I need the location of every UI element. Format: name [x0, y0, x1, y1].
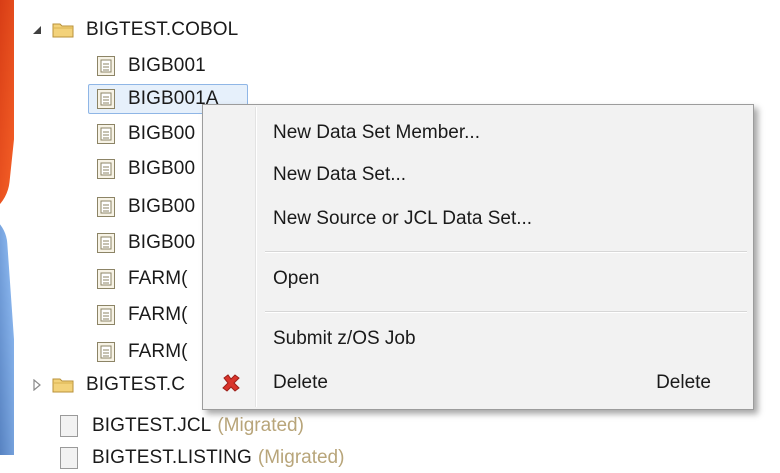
tree-node-label: BIGTEST.LISTING [92, 447, 252, 468]
migrated-status: (Migrated) [217, 415, 304, 436]
menu-icon-placeholder [205, 261, 257, 297]
member-document-icon [96, 268, 116, 290]
tree-member-label: BIGB00 [128, 232, 196, 253]
menu-icon-placeholder [205, 115, 257, 151]
menu-item-label: New Source or JCL Data Set... [273, 208, 533, 229]
tree-node-label: BIGTEST.C [86, 374, 186, 395]
menu-item-label: Open [273, 268, 320, 289]
tree-member-row[interactable]: BIGB00 [96, 192, 195, 222]
member-document-icon [96, 196, 116, 218]
folder-icon [52, 22, 74, 38]
tree-dataset-jcl[interactable]: BIGTEST.JCL (Migrated) [60, 411, 304, 441]
member-document-icon [96, 123, 116, 145]
migrated-status: (Migrated) [257, 447, 345, 468]
member-document-icon [96, 55, 116, 77]
dataset-icon [60, 447, 78, 469]
tree-member-label: BIGB001 [128, 55, 206, 76]
red-x-delete-icon [205, 365, 257, 401]
tree-dataset-listing[interactable]: BIGTEST.LISTING (Migrated) [60, 443, 344, 473]
tree-member-label: BIGB00 [128, 158, 196, 179]
tree-member-row[interactable]: BIGB00 [96, 154, 195, 184]
tree-member-row[interactable]: FARM( [96, 300, 188, 330]
member-document-icon [96, 88, 116, 110]
menu-icon-placeholder [205, 201, 257, 237]
menu-item-submit-zos-job[interactable]: Submit z/OS Job [205, 321, 751, 357]
member-document-icon [96, 304, 116, 326]
menu-icon-gutter-divider [255, 107, 257, 407]
tree-node-bigtest-cobol[interactable]: BIGTEST.COBOL [30, 15, 238, 45]
tree-member-row[interactable]: FARM( [96, 264, 188, 294]
menu-separator [265, 251, 747, 253]
tree-member-label: BIGB00 [128, 123, 196, 144]
menu-item-new-data-set[interactable]: New Data Set... [205, 157, 751, 193]
tree-member-label: FARM( [128, 341, 188, 362]
tree-node-label: BIGTEST.JCL [92, 415, 212, 436]
menu-item-label: Submit z/OS Job [273, 328, 416, 349]
folder-icon [52, 377, 74, 393]
menu-item-open[interactable]: Open [205, 261, 751, 297]
menu-item-label: New Data Set... [273, 164, 407, 185]
menu-item-label: Delete [273, 372, 328, 393]
tree-node-label: BIGTEST.COBOL [86, 19, 239, 40]
tree-member-row[interactable]: BIGB001 [96, 51, 206, 81]
context-menu: New Data Set Member... New Data Set... N… [202, 104, 754, 410]
tree-node-bigtest-c[interactable]: BIGTEST.C [30, 370, 185, 400]
menu-item-new-source-jcl-data-set[interactable]: New Source or JCL Data Set... [205, 201, 751, 237]
tree-member-row-selected[interactable]: BIGB001A [96, 84, 219, 114]
menu-item-delete[interactable]: Delete Delete [205, 365, 751, 401]
expanded-arrow-icon[interactable] [30, 23, 44, 37]
dataset-icon [60, 415, 78, 437]
member-document-icon [96, 158, 116, 180]
menu-item-new-data-set-member[interactable]: New Data Set Member... [205, 115, 751, 151]
tree-member-label: FARM( [128, 304, 188, 325]
menu-item-label: New Data Set Member... [273, 122, 480, 143]
member-document-icon [96, 232, 116, 254]
tree-member-row[interactable]: BIGB00 [96, 228, 195, 258]
collapsed-arrow-icon[interactable] [30, 378, 44, 392]
menu-item-shortcut: Delete [656, 372, 711, 393]
menu-icon-placeholder [205, 157, 257, 193]
tree-member-label: FARM( [128, 268, 188, 289]
member-document-icon [96, 341, 116, 363]
tree-member-label: BIGB00 [128, 196, 196, 217]
menu-separator [265, 311, 747, 313]
menu-icon-placeholder [205, 321, 257, 357]
tree-member-row[interactable]: BIGB00 [96, 119, 195, 149]
tree-member-row[interactable]: FARM( [96, 337, 188, 367]
